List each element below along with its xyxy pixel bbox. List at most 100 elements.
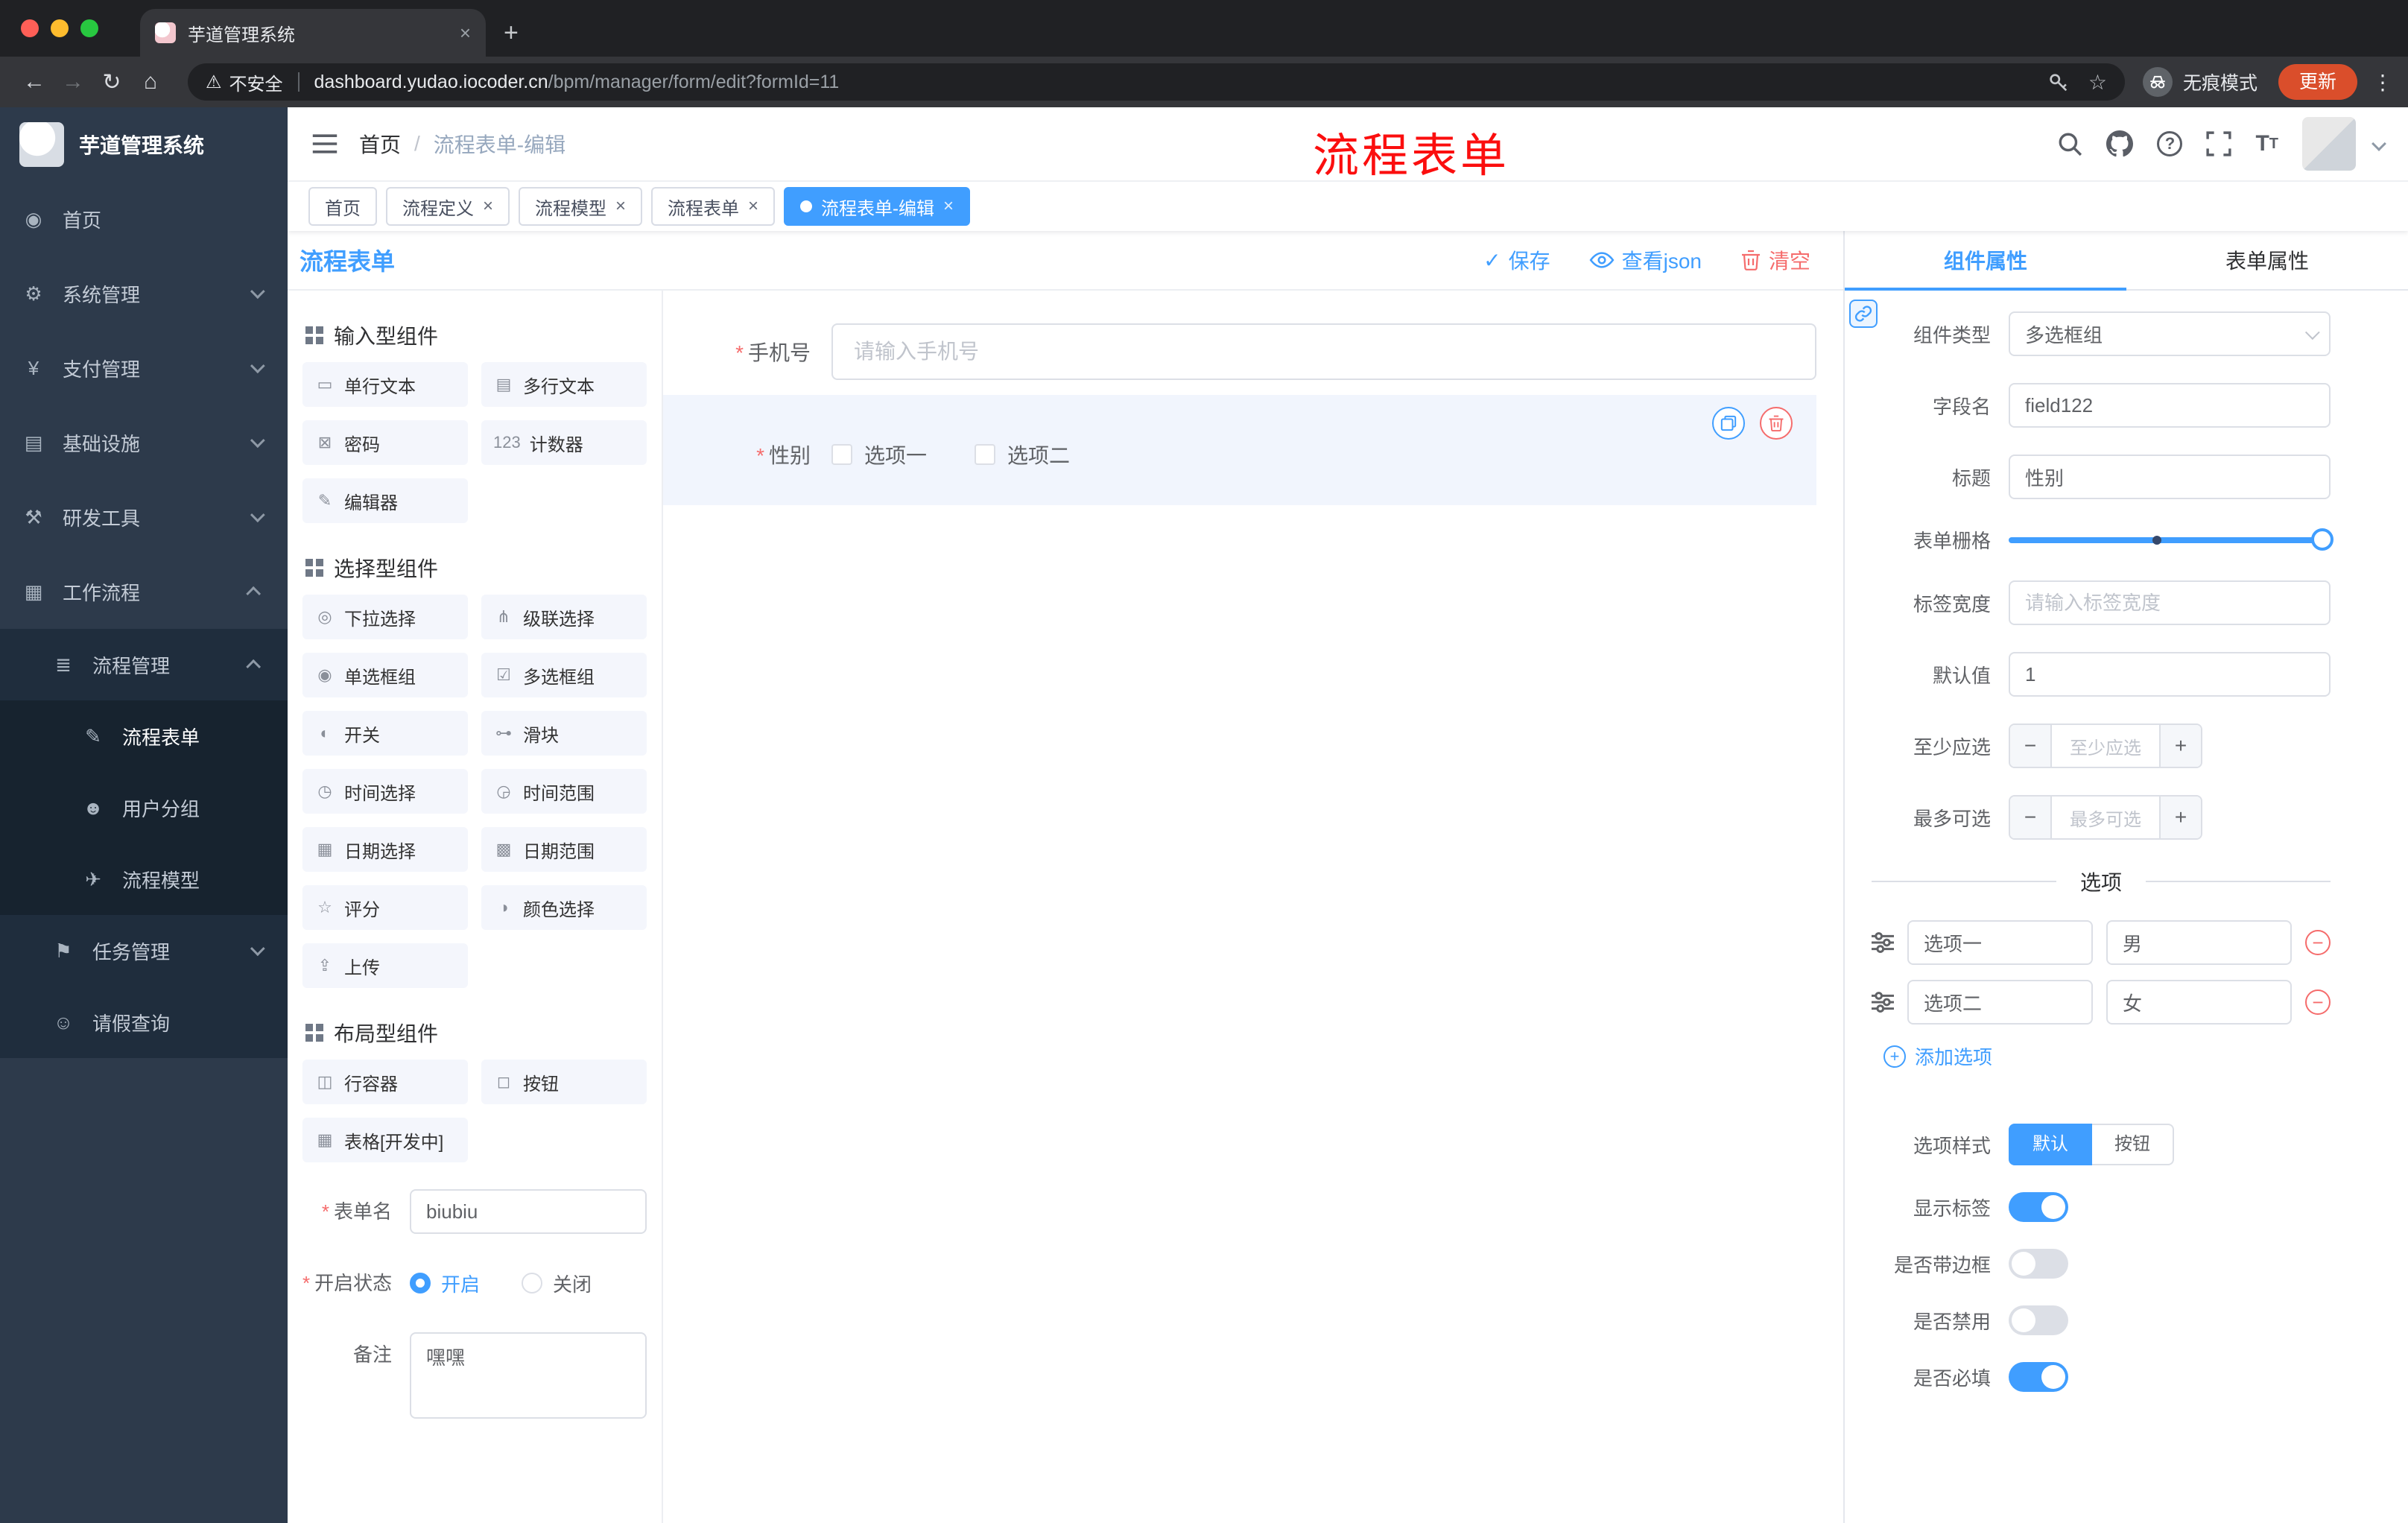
link-icon[interactable] [1849, 300, 1878, 328]
avatar[interactable] [2302, 117, 2356, 171]
decrease-button[interactable]: − [2010, 797, 2052, 838]
sidebar-item-process-form[interactable]: ✎ 流程表单 [0, 700, 288, 772]
palette-item-multi-line-text[interactable]: ▤ 多行文本 [481, 362, 647, 407]
slider-handle[interactable] [2311, 528, 2333, 551]
maximize-window-button[interactable] [80, 19, 98, 37]
form-canvas[interactable]: *手机号 *性别 [663, 291, 1843, 1523]
palette-item-checkbox-group[interactable]: ☑ 多选框组 [481, 653, 647, 697]
remove-option-icon[interactable]: − [2305, 930, 2331, 955]
breadcrumb-home[interactable]: 首页 [359, 129, 401, 159]
url-text[interactable]: dashboard.yudao.iocoder.cn/bpm/manager/f… [314, 72, 2047, 93]
sidebar-item-user-group[interactable]: ☻ 用户分组 [0, 772, 288, 843]
palette-item-switch[interactable]: ◐ 开关 [302, 711, 468, 756]
increase-button[interactable]: + [2159, 725, 2201, 767]
status-on-radio[interactable]: 开启 [410, 1270, 480, 1297]
style-button-button[interactable]: 按钮 [2092, 1124, 2174, 1165]
palette-item-row-container[interactable]: ◫ 行容器 [302, 1060, 468, 1104]
style-default-button[interactable]: 默认 [2009, 1124, 2092, 1165]
palette-item-counter[interactable]: 123 计数器 [481, 420, 647, 465]
sidebar-item-process-model[interactable]: ✈ 流程模型 [0, 843, 288, 915]
palette-item-cascader[interactable]: ⋔ 级联选择 [481, 595, 647, 639]
sidebar-item-system[interactable]: ⚙ 系统管理 [0, 256, 288, 331]
palette-item-rate[interactable]: ☆ 评分 [302, 885, 468, 930]
increase-button[interactable]: + [2159, 797, 2201, 838]
gender-option-1[interactable]: 选项一 [831, 440, 927, 469]
min-select-value[interactable]: 至少应选 [2052, 725, 2159, 767]
palette-item-time-range[interactable]: ◶ 时间范围 [481, 769, 647, 814]
form-name-input[interactable] [410, 1189, 647, 1234]
sidebar-item-payment[interactable]: ¥ 支付管理 [0, 331, 288, 405]
component-type-select[interactable]: 多选框组 [2009, 311, 2331, 356]
close-window-button[interactable] [21, 19, 39, 37]
sidebar-item-task-management[interactable]: ⚑ 任务管理 [0, 915, 288, 987]
tag-process-form-edit[interactable]: 流程表单-编辑 × [784, 187, 971, 226]
palette-item-password[interactable]: ⊠ 密码 [302, 420, 468, 465]
status-off-radio[interactable]: 关闭 [522, 1270, 592, 1297]
tab-form-props[interactable]: 表单属性 [2126, 231, 2408, 289]
phone-field-row[interactable]: * 手机号 [663, 323, 1816, 380]
browser-tab[interactable]: 芋道管理系统 × [140, 9, 486, 57]
palette-item-time-picker[interactable]: ◷ 时间选择 [302, 769, 468, 814]
app-logo[interactable]: 芋道管理系统 [0, 107, 288, 182]
toggle-required[interactable] [2009, 1362, 2068, 1392]
field-name-input[interactable] [2009, 383, 2331, 428]
label-width-input[interactable] [2009, 580, 2331, 625]
sidebar-item-home[interactable]: ◉ 首页 [0, 182, 288, 256]
option-value-input[interactable] [2106, 920, 2292, 965]
update-button[interactable]: 更新 [2278, 64, 2357, 100]
palette-item-upload[interactable]: ⇪ 上传 [302, 943, 468, 988]
add-option-button[interactable]: + 添加选项 [1883, 1042, 2331, 1070]
tag-process-definition[interactable]: 流程定义 × [386, 187, 510, 226]
close-tab-icon[interactable]: × [460, 22, 471, 45]
view-json-button[interactable]: 查看json [1589, 245, 1702, 275]
drag-handle-icon[interactable] [1872, 991, 1894, 1013]
option-label-input[interactable] [1907, 980, 2093, 1025]
toggle-disabled[interactable] [2009, 1305, 2068, 1335]
toggle-bordered[interactable] [2009, 1249, 2068, 1279]
option-label-input[interactable] [1907, 920, 2093, 965]
back-icon[interactable]: ← [15, 69, 54, 95]
fullscreen-icon[interactable] [2206, 131, 2232, 156]
font-size-icon[interactable]: TT [2255, 131, 2278, 156]
close-icon[interactable]: × [483, 196, 493, 217]
option-value-input[interactable] [2106, 980, 2292, 1025]
default-value-input[interactable] [2009, 652, 2331, 697]
new-tab-button[interactable]: + [504, 9, 519, 57]
close-icon[interactable]: × [943, 196, 954, 217]
address-bar[interactable]: ⚠ 不安全 dashboard.yudao.iocoder.cn/bpm/man… [188, 63, 2125, 101]
remark-textarea[interactable]: 嘿嘿 [410, 1332, 647, 1419]
bookmark-star-icon[interactable]: ☆ [2088, 70, 2107, 95]
palette-item-color-picker[interactable]: ◑ 颜色选择 [481, 885, 647, 930]
copy-component-button[interactable] [1712, 407, 1745, 440]
palette-item-dropdown[interactable]: ◎ 下拉选择 [302, 595, 468, 639]
close-icon[interactable]: × [615, 196, 626, 217]
palette-item-date-picker[interactable]: ▦ 日期选择 [302, 827, 468, 872]
palette-item-button[interactable]: ◻ 按钮 [481, 1060, 647, 1104]
delete-component-button[interactable] [1760, 407, 1793, 440]
remove-option-icon[interactable]: − [2305, 990, 2331, 1015]
selected-component-gender[interactable]: * 性别 选项一 选项二 [663, 395, 1816, 505]
phone-input[interactable] [831, 323, 1816, 380]
gender-option-2[interactable]: 选项二 [975, 440, 1070, 469]
search-icon[interactable] [2057, 131, 2082, 156]
sidebar-item-devtools[interactable]: ⚒ 研发工具 [0, 480, 288, 554]
palette-item-editor[interactable]: ✎ 编辑器 [302, 478, 468, 523]
hamburger-icon[interactable] [288, 132, 359, 156]
tag-process-model[interactable]: 流程模型 × [519, 187, 643, 226]
palette-item-date-range[interactable]: ▩ 日期范围 [481, 827, 647, 872]
palette-item-single-line-text[interactable]: ▭ 单行文本 [302, 362, 468, 407]
sidebar-item-leave-query[interactable]: ☺ 请假查询 [0, 987, 288, 1058]
palette-item-slider[interactable]: ⊶ 滑块 [481, 711, 647, 756]
github-icon[interactable] [2106, 130, 2134, 157]
help-icon[interactable]: ? [2157, 131, 2183, 156]
tag-process-form[interactable]: 流程表单 × [651, 187, 776, 226]
decrease-button[interactable]: − [2010, 725, 2052, 767]
palette-item-radio-group[interactable]: ◉ 单选框组 [302, 653, 468, 697]
palette-item-table[interactable]: ▦ 表格[开发中] [302, 1118, 468, 1162]
home-icon[interactable]: ⌂ [131, 69, 170, 95]
clear-button[interactable]: 清空 [1740, 245, 1810, 275]
checkbox-icon[interactable] [975, 444, 996, 465]
max-select-value[interactable]: 最多可选 [2052, 797, 2159, 838]
security-label[interactable]: 不安全 [229, 69, 283, 95]
toggle-show-label[interactable] [2009, 1192, 2068, 1222]
